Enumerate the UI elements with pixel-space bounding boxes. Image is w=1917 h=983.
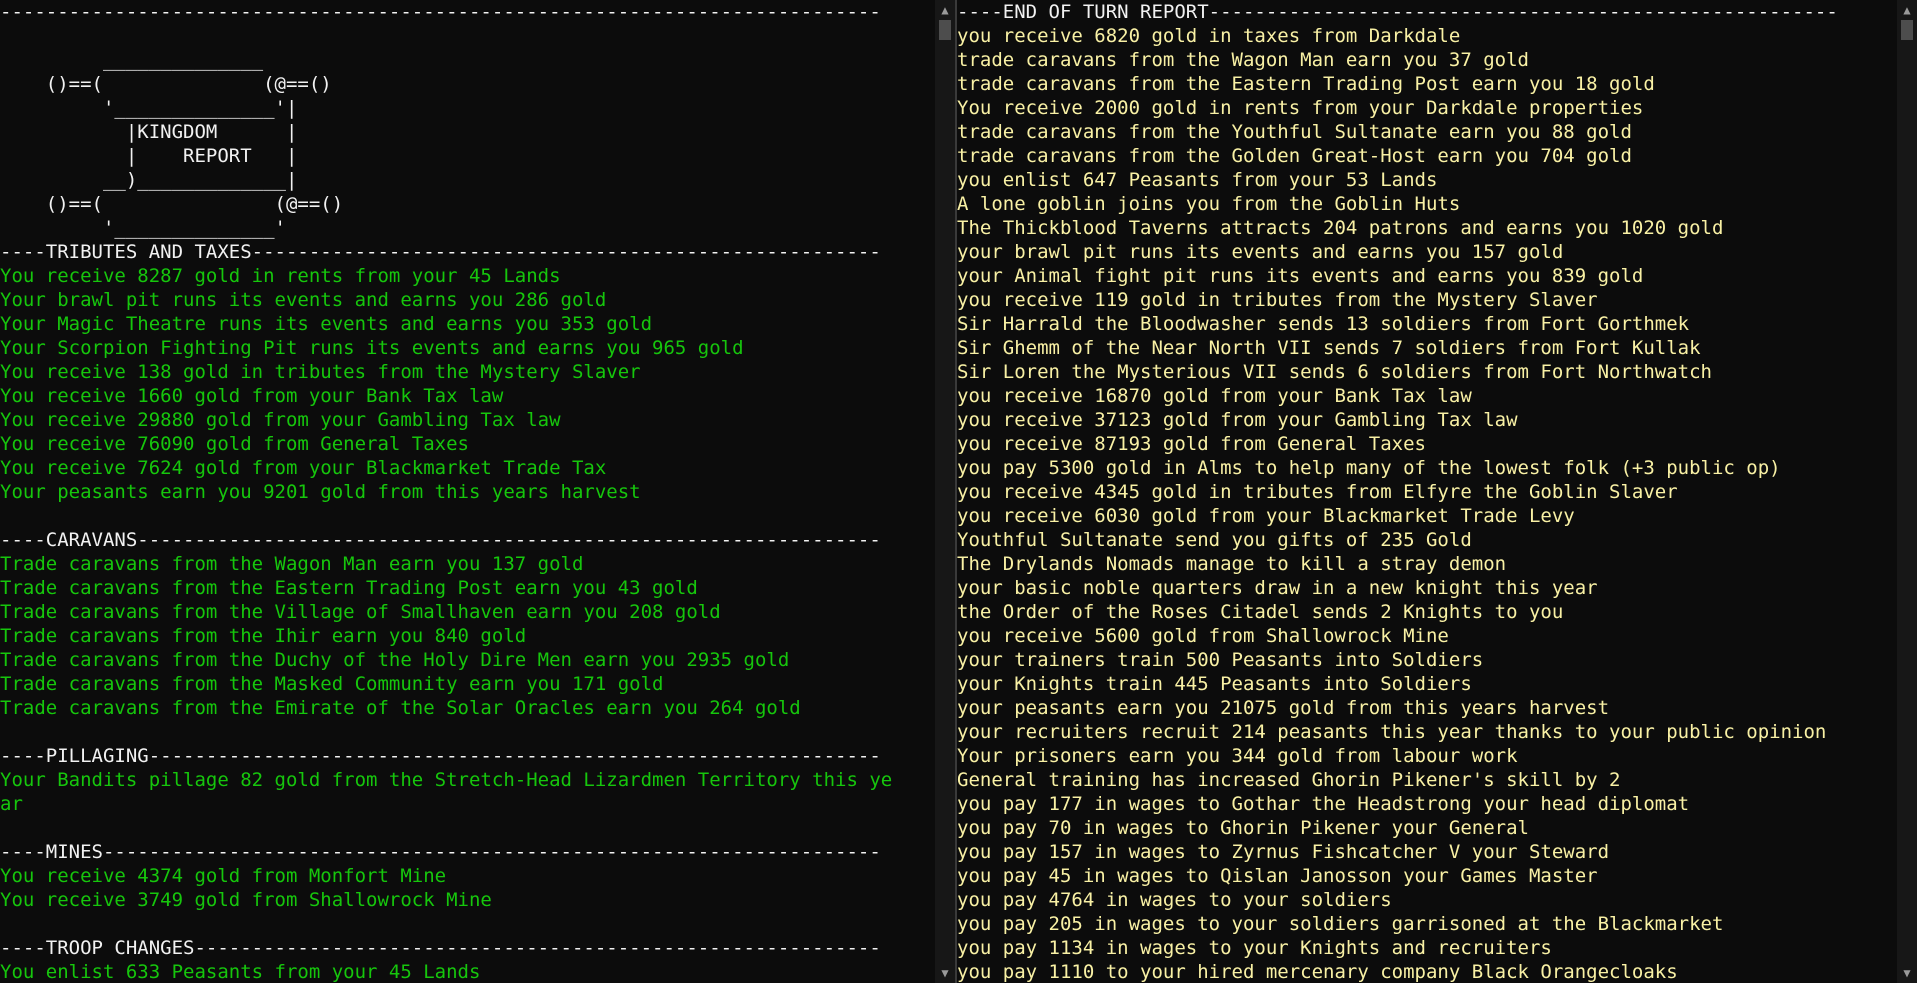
report-line: you pay 45 in wages to Qislan Janosson y… [957, 865, 1598, 887]
report-line: ar [0, 793, 23, 815]
report-line: ----MINES-------------------------------… [0, 841, 881, 863]
report-line: You receive 138 gold in tributes from th… [0, 361, 641, 383]
report-line: you receive 16870 gold from your Bank Ta… [957, 385, 1472, 407]
report-line: Your Bandits pillage 82 gold from the St… [0, 769, 893, 791]
report-line: trade caravans from the Golden Great-Hos… [957, 145, 1632, 167]
right-scrollbar[interactable]: ▲ ▼ [1897, 0, 1917, 983]
report-line: ----TROOP CHANGES-----------------------… [0, 937, 881, 959]
report-line: your recruiters recruit 214 peasants thi… [957, 721, 1827, 743]
report-line: you receive 87193 gold from General Taxe… [957, 433, 1426, 455]
report-line: your trainers train 500 Peasants into So… [957, 649, 1484, 671]
report-line: your brawl pit runs its events and earns… [957, 241, 1564, 263]
report-line: A lone goblin joins you from the Goblin … [957, 193, 1461, 215]
report-line: Trade caravans from the Wagon Man earn y… [0, 553, 584, 575]
report-line: Your peasants earn you 9201 gold from th… [0, 481, 641, 503]
report-line: The Drylands Nomads manage to kill a str… [957, 553, 1507, 575]
scroll-down-icon[interactable]: ▼ [1897, 965, 1917, 981]
report-line: ----TRIBUTES AND TAXES------------------… [0, 241, 881, 263]
report-line: | REPORT | [0, 145, 298, 167]
report-line: you pay 1110 to your hired mercenary com… [957, 961, 1678, 983]
report-line [0, 24, 935, 48]
report-line [0, 504, 935, 528]
report-line [0, 816, 935, 840]
report-line: You receive 2000 gold in rents from your… [957, 97, 1644, 119]
report-line: General training has increased Ghorin Pi… [957, 769, 1621, 791]
left-scrollbar[interactable]: ▲ ▼ [935, 0, 957, 983]
report-line: Trade caravans from the Duchy of the Hol… [0, 649, 790, 671]
report-line: ----PILLAGING---------------------------… [0, 745, 881, 767]
scroll-thumb[interactable] [1901, 20, 1913, 40]
report-line: you pay 1134 in wages to your Knights an… [957, 937, 1552, 959]
report-line: you pay 157 in wages to Zyrnus Fishcatch… [957, 841, 1610, 863]
report-line: Trade caravans from the Village of Small… [0, 601, 721, 623]
scroll-up-icon[interactable]: ▲ [1897, 2, 1917, 18]
report-line: You receive 4374 gold from Monfort Mine [0, 865, 447, 887]
report-line: Your Scorpion Fighting Pit runs its even… [0, 337, 744, 359]
report-line: Sir Ghemm of the Near North VII sends 7 … [957, 337, 1701, 359]
report-line: trade caravans from the Wagon Man earn y… [957, 49, 1529, 71]
report-line [0, 720, 935, 744]
report-line [0, 912, 935, 936]
report-line: you pay 5300 gold in Alms to help many o… [957, 457, 1781, 479]
report-line: You receive 3749 gold from Shallowrock M… [0, 889, 492, 911]
report-line: you enlist 647 Peasants from your 53 Lan… [957, 169, 1438, 191]
report-line: you pay 4764 in wages to your soldiers [957, 889, 1392, 911]
report-line: Your Magic Theatre runs its events and e… [0, 313, 653, 335]
report-line: You enlist 633 Peasants from your 45 Lan… [0, 961, 481, 983]
kingdom-report-pane: ----------------------------------------… [0, 0, 935, 983]
report-line: you receive 4345 gold in tributes from E… [957, 481, 1678, 503]
report-line: your peasants earn you 21075 gold from t… [957, 697, 1610, 719]
report-line: The Thickblood Taverns attracts 204 patr… [957, 217, 1724, 239]
report-line: Trade caravans from the Ihir earn you 84… [0, 625, 527, 647]
report-line: ______________ [0, 49, 264, 71]
report-line: trade caravans from the Eastern Trading … [957, 73, 1655, 95]
report-line: your Animal fight pit runs its events an… [957, 265, 1644, 287]
report-line: the Order of the Roses Citadel sends 2 K… [957, 601, 1564, 623]
report-line: Youthful Sultanate send you gifts of 235… [957, 529, 1472, 551]
report-line: Trade caravans from the Emirate of the S… [0, 697, 801, 719]
report-line: Trade caravans from the Masked Community… [0, 673, 664, 695]
report-line: You receive 76090 gold from General Taxe… [0, 433, 469, 455]
report-line: you pay 177 in wages to Gothar the Heads… [957, 793, 1690, 815]
report-line: your Knights train 445 Peasants into Sol… [957, 673, 1472, 695]
report-line: Your prisoners earn you 344 gold from la… [957, 745, 1518, 767]
report-line: your basic noble quarters draw in a new … [957, 577, 1598, 599]
report-line: trade caravans from the Youthful Sultana… [957, 121, 1632, 143]
report-line: __)_____________| [0, 169, 298, 191]
report-line: you receive 6820 gold in taxes from Dark… [957, 25, 1461, 47]
report-line: ----CARAVANS----------------------------… [0, 529, 881, 551]
report-line: Sir Harrald the Bloodwasher sends 13 sol… [957, 313, 1690, 335]
scroll-up-icon[interactable]: ▲ [935, 2, 955, 18]
report-line: ()==( (@==() [0, 193, 344, 215]
report-line: you pay 205 in wages to your soldiers ga… [957, 913, 1724, 935]
end-of-turn-report-pane: ----END OF TURN REPORT------------------… [957, 0, 1897, 983]
report-line: Trade caravans from the Eastern Trading … [0, 577, 698, 599]
report-line: Sir Loren the Mysterious VII sends 6 sol… [957, 361, 1712, 383]
report-line: you receive 6030 gold from your Blackmar… [957, 505, 1575, 527]
report-line: You receive 29880 gold from your Gamblin… [0, 409, 561, 431]
scroll-thumb[interactable] [939, 20, 951, 40]
report-line: You receive 8287 gold in rents from your… [0, 265, 561, 287]
report-line: you receive 5600 gold from Shallowrock M… [957, 625, 1449, 647]
report-line: You receive 1660 gold from your Bank Tax… [0, 385, 504, 407]
report-line: ----END OF TURN REPORT------------------… [957, 1, 1838, 23]
report-line: Your brawl pit runs its events and earns… [0, 289, 607, 311]
report-line: You receive 7624 gold from your Blackmar… [0, 457, 607, 479]
scroll-down-icon[interactable]: ▼ [935, 965, 955, 981]
report-line: '______________'| [0, 97, 298, 119]
report-line: you pay 70 in wages to Ghorin Pikener yo… [957, 817, 1529, 839]
report-line: ()==( (@==() [0, 73, 332, 95]
report-line: ----------------------------------------… [0, 1, 881, 23]
report-line: you receive 119 gold in tributes from th… [957, 289, 1598, 311]
report-line: '______________' [0, 217, 286, 239]
report-line: you receive 37123 gold from your Gamblin… [957, 409, 1518, 431]
report-line: |KINGDOM | [0, 121, 298, 143]
